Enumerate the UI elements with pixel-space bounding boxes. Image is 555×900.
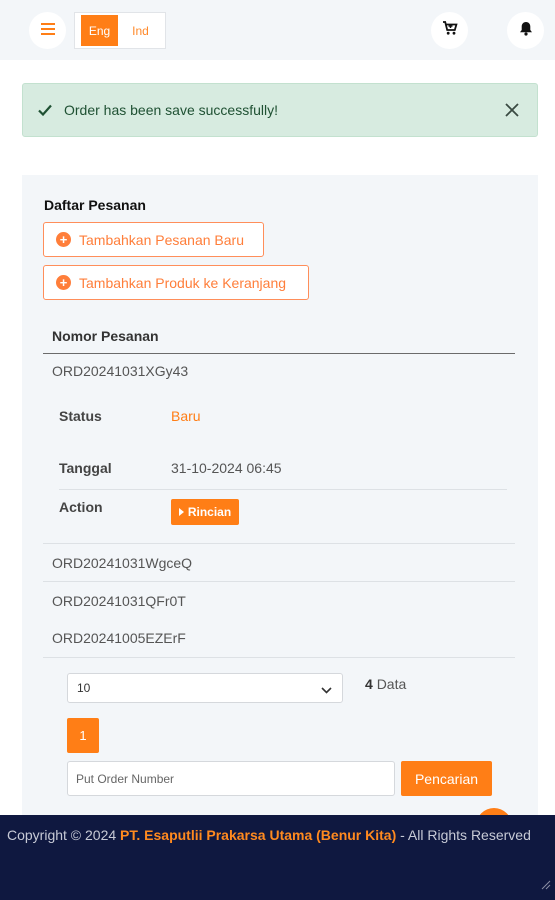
- language-switcher: Eng Ind: [74, 12, 166, 49]
- page-size-value: 10: [77, 681, 91, 695]
- orders-card: Daftar Pesanan + Tambahkan Pesanan Baru …: [22, 175, 538, 815]
- lang-eng-button[interactable]: Eng: [81, 15, 118, 46]
- order-row[interactable]: ORD20241005EZErF: [43, 619, 515, 657]
- notification-button[interactable]: [507, 12, 544, 49]
- caret-right-icon: [178, 505, 184, 519]
- order-search-input[interactable]: [67, 761, 395, 796]
- page-button-current[interactable]: 1: [67, 718, 99, 753]
- footer-copyright: Copyright © 2024: [7, 827, 117, 843]
- table-bottom-divider: [43, 657, 515, 658]
- chevron-down-icon: [321, 683, 332, 697]
- order-row[interactable]: ORD20241031QFr0T: [43, 581, 515, 619]
- bell-icon: [519, 21, 533, 41]
- status-label: Status: [59, 408, 102, 424]
- data-count-label: Data: [376, 676, 407, 692]
- page-size-select[interactable]: 10: [67, 673, 343, 703]
- alert-message: Order has been save successfully!: [64, 102, 278, 118]
- check-icon: [38, 104, 52, 116]
- add-product-label: Tambahkan Produk ke Keranjang: [79, 274, 287, 291]
- date-value: 31-10-2024 06:45: [171, 460, 282, 476]
- cart-button[interactable]: [431, 12, 468, 49]
- status-value: Baru: [171, 408, 201, 424]
- add-product-button[interactable]: + Tambahkan Produk ke Keranjang: [43, 265, 309, 300]
- detail-button-label: Rincian: [187, 505, 232, 519]
- hamburger-icon: [40, 22, 55, 40]
- footer-rights: - All Rights Reserved: [400, 827, 531, 843]
- orders-title: Daftar Pesanan: [44, 197, 146, 213]
- main-content: Order has been save successfully! Daftar…: [0, 60, 555, 815]
- order-row[interactable]: ORD20241031XGy43: [43, 352, 515, 390]
- add-order-label: Tambahkan Pesanan Baru: [79, 231, 244, 248]
- detail-button[interactable]: Rincian: [171, 499, 239, 525]
- footer: Copyright © 2024 PT. Esaputlii Prakarsa …: [0, 815, 555, 900]
- footer-brand[interactable]: PT. Esaputlii Prakarsa Utama (Benur Kita…: [120, 827, 396, 843]
- add-order-button[interactable]: + Tambahkan Pesanan Baru: [43, 222, 264, 257]
- success-alert: Order has been save successfully!: [22, 83, 538, 137]
- action-label: Action: [59, 499, 103, 515]
- close-icon[interactable]: [503, 101, 521, 119]
- plus-circle-icon: +: [56, 275, 71, 290]
- menu-button[interactable]: [29, 12, 66, 49]
- detail-divider: [59, 489, 507, 490]
- lang-ind-button[interactable]: Ind: [122, 15, 159, 46]
- search-button[interactable]: Pencarian: [401, 761, 492, 796]
- date-label: Tanggal: [59, 460, 112, 476]
- resize-grip-icon[interactable]: [539, 874, 551, 896]
- cart-icon: [442, 20, 458, 41]
- plus-circle-icon: +: [56, 232, 71, 247]
- data-count-number: 4: [365, 676, 373, 692]
- column-header-order-number: Nomor Pesanan: [43, 322, 515, 354]
- data-count: 4 Data: [365, 676, 406, 692]
- top-bar: Eng Ind: [0, 0, 555, 60]
- order-row[interactable]: ORD20241031WgceQ: [43, 543, 515, 581]
